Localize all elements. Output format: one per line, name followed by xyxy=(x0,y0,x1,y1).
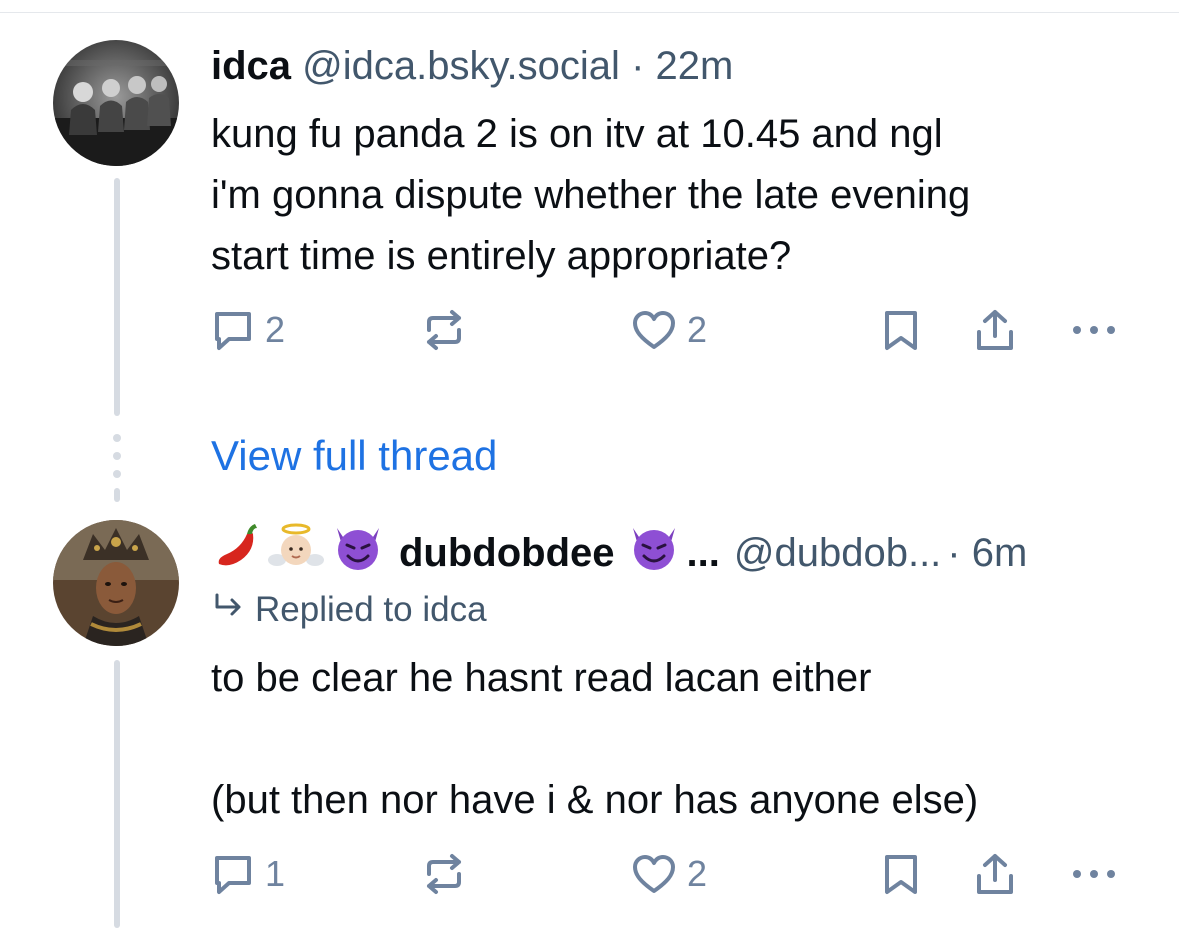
handle[interactable]: @idca.bsky.social xyxy=(302,44,620,88)
post1-text: kung fu panda 2 is on itv at 10.45 and n… xyxy=(211,104,970,287)
bookmark-button[interactable] xyxy=(881,308,921,352)
devil-emoji xyxy=(627,520,681,585)
reply-icon xyxy=(211,308,255,352)
thread-dot xyxy=(113,470,121,478)
share-icon xyxy=(973,308,1017,354)
share-icon xyxy=(973,852,1017,898)
like-icon xyxy=(631,852,677,896)
text-line: (but then nor have i & nor has anyone el… xyxy=(211,778,979,822)
text-line: start time is entirely appropriate? xyxy=(211,234,792,278)
text-line xyxy=(211,709,978,770)
more-button[interactable] xyxy=(1069,308,1119,352)
display-name[interactable]: idca xyxy=(211,44,291,88)
bookmark-icon xyxy=(881,852,921,896)
view-full-thread-link[interactable]: View full thread xyxy=(211,430,497,482)
like-count: 2 xyxy=(687,853,708,894)
bookmark-icon xyxy=(881,308,921,352)
display-name-truncation: ... xyxy=(686,530,720,575)
like-button[interactable]: 2 xyxy=(631,308,707,352)
reply-button[interactable]: 1 xyxy=(211,852,285,896)
reply-button[interactable]: 2 xyxy=(211,308,285,352)
top-divider xyxy=(0,12,1179,13)
replied-to-text: Replied to idca xyxy=(255,590,487,629)
repost-icon xyxy=(421,852,467,896)
post1-actions: 2 2 xyxy=(211,308,1131,356)
reply-arrow-icon xyxy=(211,590,245,630)
avatar-dubdobdee[interactable] xyxy=(53,520,179,646)
timestamp[interactable]: · 6m xyxy=(947,527,1027,579)
timestamp[interactable]: · 22m xyxy=(631,44,733,88)
post2-text: to be clear he hasnt read lacan either (… xyxy=(211,648,978,831)
reply-count: 2 xyxy=(265,309,286,350)
bookmark-button[interactable] xyxy=(881,852,921,896)
reply-count: 1 xyxy=(265,853,286,894)
avatar-idca[interactable] xyxy=(53,40,179,166)
thread-dot xyxy=(113,434,121,442)
more-icon xyxy=(1069,852,1119,896)
like-icon xyxy=(631,308,677,352)
post2-actions: 1 2 xyxy=(211,852,1131,900)
more-button[interactable] xyxy=(1069,852,1119,896)
share-button[interactable] xyxy=(973,852,1017,898)
text-line: i'm gonna dispute whether the late eveni… xyxy=(211,173,971,217)
repost-button[interactable] xyxy=(421,308,477,352)
thread-line-lower xyxy=(114,660,120,928)
reply-icon xyxy=(211,852,255,896)
angel-baby-emoji xyxy=(267,520,325,585)
like-count: 2 xyxy=(687,309,708,350)
replied-to-indicator[interactable]: Replied to idca xyxy=(211,590,487,630)
devil-emoji xyxy=(331,520,385,585)
text-line: to be clear he hasnt read lacan either xyxy=(211,656,872,700)
text-line: kung fu panda 2 is on itv at 10.45 and n… xyxy=(211,112,943,156)
like-button[interactable]: 2 xyxy=(631,852,707,896)
share-button[interactable] xyxy=(973,308,1017,354)
more-icon xyxy=(1069,308,1119,352)
display-name[interactable]: dubdobdee xyxy=(399,527,615,579)
repost-button[interactable] xyxy=(421,852,477,896)
chili-emoji xyxy=(211,520,261,585)
post1-header: idca @idca.bsky.social · 22m xyxy=(211,40,733,92)
post2-header: dubdobdee ... @dubdob... · 6m xyxy=(211,520,1027,585)
thread-line-mid xyxy=(114,488,120,502)
handle[interactable]: @dubdob... xyxy=(734,527,941,579)
repost-icon xyxy=(421,308,467,352)
thread-line-upper xyxy=(114,178,120,416)
thread-dot xyxy=(113,452,121,460)
